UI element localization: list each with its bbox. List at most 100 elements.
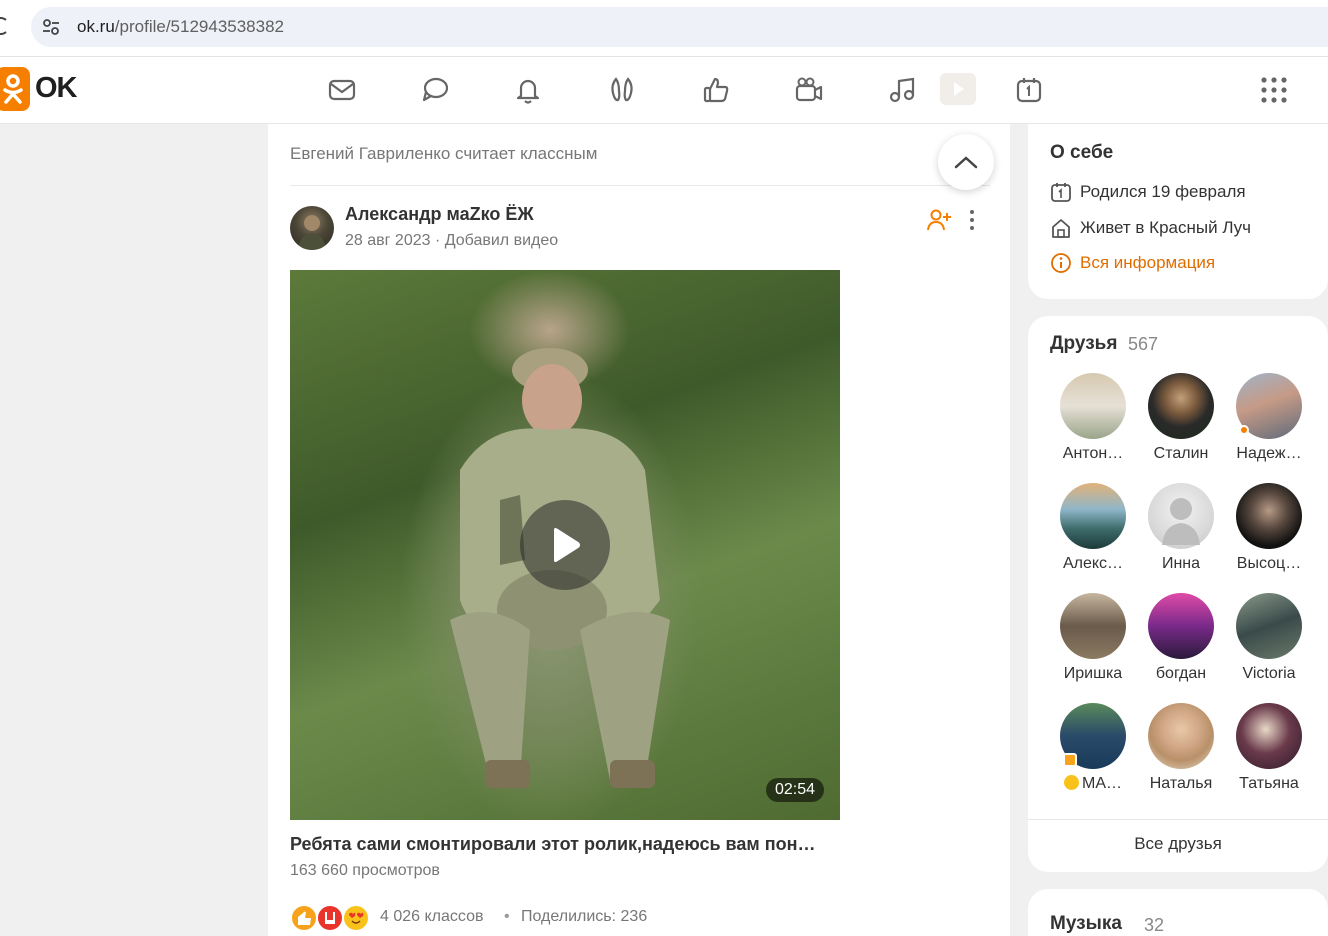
friend-name: Сталин (1153, 445, 1209, 462)
apps-icon[interactable] (1260, 76, 1288, 104)
birthday-row: Родился 19 февраля (1050, 180, 1246, 204)
friend-item[interactable]: Антон… (1053, 373, 1133, 463)
more-options-icon[interactable] (962, 208, 982, 232)
calendar-icon[interactable] (1012, 73, 1046, 107)
friend-item[interactable]: Алекс… (1053, 483, 1133, 573)
music-icon[interactable] (885, 73, 919, 107)
discussions-icon[interactable] (418, 73, 452, 107)
lives-text[interactable]: Живет в Красный Луч (1080, 218, 1251, 238)
friend-avatar (1148, 593, 1214, 659)
friend-item[interactable]: Сталин (1141, 373, 1221, 463)
music-card: Музыка 32 (1028, 889, 1328, 936)
post-action: Добавил видео (444, 232, 559, 249)
friend-name: Антон… (1062, 445, 1124, 462)
friend-avatar (1236, 703, 1302, 769)
badge-icon (1063, 753, 1077, 767)
friend-item[interactable]: Victoria (1229, 593, 1309, 683)
online-indicator (1239, 425, 1249, 435)
feed-caption[interactable]: Евгений Гавриленко считает классным (290, 144, 597, 164)
scroll-top-button[interactable] (938, 134, 994, 190)
add-friend-icon[interactable] (926, 208, 952, 232)
likes-icon[interactable] (699, 73, 733, 107)
friend-name: Татьяна (1239, 775, 1299, 792)
browser-toolbar: ok.ru/profile/512943538382 (0, 0, 1328, 57)
friend-name: Иришка (1063, 665, 1123, 682)
about-title: О себе (1050, 142, 1114, 163)
friend-item[interactable]: Инна (1141, 483, 1221, 573)
friend-avatar (1236, 483, 1302, 549)
friend-avatar (1060, 593, 1126, 659)
friend-item[interactable]: Наталья (1141, 703, 1221, 793)
play-icon (554, 528, 580, 562)
friend-item[interactable]: Иришка (1053, 593, 1133, 683)
lives-row: Живет в Красный Луч (1050, 216, 1251, 240)
friend-avatar (1060, 373, 1126, 439)
separator-dot: • (504, 908, 510, 925)
shares-count[interactable]: Поделились: 236 (521, 908, 647, 926)
author-avatar[interactable] (290, 206, 334, 250)
video-player-icon[interactable] (940, 73, 976, 105)
url-text: ok.ru/profile/512943538382 (77, 17, 284, 37)
all-info-row[interactable]: Вся информация (1050, 251, 1215, 275)
play-button[interactable] (520, 500, 610, 590)
smiling-face-icon (1064, 775, 1079, 790)
friends-title[interactable]: Друзья (1050, 333, 1117, 355)
friend-avatar (1148, 703, 1214, 769)
video-title[interactable]: Ребята сами смонтировали этот ролик,наде… (290, 834, 850, 855)
site-header: OK (0, 57, 1328, 124)
video-views: 163 660 просмотров (290, 862, 440, 879)
friend-avatar (1148, 483, 1214, 549)
notifications-icon[interactable] (511, 73, 545, 107)
post-meta: 28 авг 2023 · Добавил видео (345, 232, 558, 250)
friends-card: Друзья 567 Антон… Сталин Надеж… Алекс… И… (1028, 316, 1328, 872)
calendar-icon (1051, 183, 1071, 202)
divider (1028, 819, 1328, 820)
info-icon (1051, 253, 1071, 273)
friend-name-text: МА… (1082, 775, 1122, 792)
friend-name: богдан (1155, 665, 1207, 682)
guests-icon[interactable] (605, 73, 639, 107)
friend-item[interactable]: МА… (1053, 703, 1133, 793)
url-path: /profile/512943538382 (114, 17, 284, 36)
video-camera-icon[interactable] (792, 73, 826, 107)
about-card: О себе Родился 19 февраля Живет в Красны… (1028, 124, 1328, 299)
url-host: ok.ru (77, 17, 115, 36)
mail-icon[interactable] (325, 73, 359, 107)
rock-reaction-icon (316, 904, 344, 932)
all-friends-link[interactable]: Все друзья (1028, 834, 1328, 854)
like-reaction-icon (290, 904, 318, 932)
friend-name: Алекс… (1062, 555, 1124, 572)
post-date[interactable]: 28 авг 2023 (345, 232, 431, 249)
video-duration: 02:54 (765, 778, 824, 802)
address-bar[interactable]: ok.ru/profile/512943538382 (31, 7, 1328, 47)
feed-post-card: Евгений Гавриленко считает классным Алек… (268, 124, 1010, 936)
friend-avatar (1060, 483, 1126, 549)
video-thumbnail[interactable]: 02:54 (290, 270, 840, 820)
friend-avatar (1060, 703, 1126, 769)
friend-item[interactable]: Татьяна (1229, 703, 1309, 793)
friend-name: Надеж… (1236, 445, 1302, 462)
reload-icon[interactable] (0, 16, 8, 36)
friend-item[interactable]: Высоц… (1229, 483, 1309, 573)
music-count: 32 (1144, 915, 1165, 935)
chevron-up-icon (954, 156, 978, 169)
friend-item[interactable]: богдан (1141, 593, 1221, 683)
site-info-icon[interactable] (41, 17, 61, 37)
home-icon (1052, 219, 1070, 238)
music-title[interactable]: Музыка (1050, 913, 1122, 935)
meta-separator: · (430, 232, 445, 249)
friend-avatar (1236, 593, 1302, 659)
author-name[interactable]: Александр маZко ЁЖ (345, 204, 534, 225)
friend-avatar (1236, 373, 1302, 439)
love-reaction-icon (342, 904, 370, 932)
likes-count[interactable]: 4 026 классов (380, 908, 483, 926)
ok-logo-icon[interactable] (0, 67, 30, 111)
all-info-link[interactable]: Вся информация (1080, 253, 1215, 273)
friend-name: Инна (1161, 555, 1201, 572)
friend-name: МА… (1053, 775, 1133, 793)
friend-item[interactable]: Надеж… (1229, 373, 1309, 463)
logo-text[interactable]: OK (35, 72, 77, 105)
friend-name: Наталья (1149, 775, 1213, 792)
friend-name: Высоц… (1236, 555, 1302, 572)
divider (290, 185, 990, 186)
